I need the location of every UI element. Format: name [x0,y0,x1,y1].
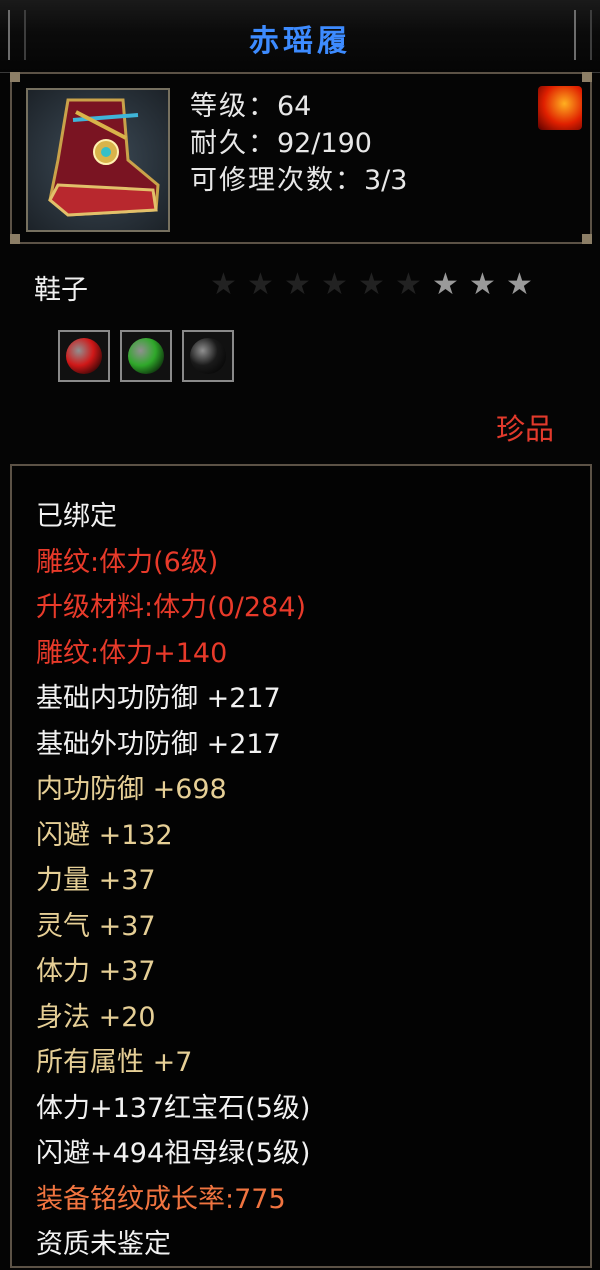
star-filled-icon: ★ [432,267,459,302]
title-rail-right [574,10,592,60]
repair-row: 可修理次数：3/3 [190,162,407,199]
frame-corner [582,72,592,82]
star-filled-icon: ★ [506,267,533,302]
boots-icon[interactable] [26,88,170,232]
star-empty-icon: ★ [358,267,385,302]
boots-icon-art [48,98,160,217]
level-value: 64 [277,91,312,122]
stat-line: 装备铭纹成长率:775 [36,1183,286,1215]
gem-fill [128,338,164,374]
stat-line: 力量 +37 [36,865,156,896]
item-type: 鞋子 [34,275,88,306]
frame-corner [10,72,20,82]
item-title: 赤瑶履 [249,24,351,59]
frame-corner [10,234,20,244]
star-rating: ★ ★ ★ ★ ★ ★ ★ ★ ★ [210,268,540,302]
stat-line: 资质未鉴定 [36,1229,171,1260]
durability-label: 耐久： [190,128,277,159]
stat-line: 所有属性 +7 [36,1047,193,1078]
stat-line: 体力+137红宝石(5级) [36,1092,311,1124]
stat-line: 雕纹:体力(6级) [36,546,219,578]
star-empty-icon: ★ [247,267,274,302]
stat-line: 已绑定 [36,501,117,532]
star-filled-icon: ★ [469,267,496,302]
stats-panel: 已绑定雕纹:体力(6级) 升级材料:体力(0/284) 雕纹:体力+140 基础内功防… [10,464,592,1268]
durability-row: 耐久：92/190 [190,125,407,162]
item-header: 等级：64 耐久：92/190 可修理次数：3/3 [10,72,592,244]
level-label: 等级： [190,91,277,122]
stat-line: 体力 +37 [36,956,156,987]
stat-line: 基础内功防御 +217 [36,683,281,714]
stat-line: 身法 +20 [36,1001,156,1033]
stat-line: 雕纹:体力+140 [36,637,228,669]
stat-line: 内功防御 +698 [36,774,227,805]
emerald-gem-icon[interactable] [120,330,172,382]
stat-line: 升级材料:体力(0/284) [36,592,306,623]
ruby-gem-icon[interactable] [58,330,110,382]
level-row: 等级：64 [190,88,407,125]
gem-fill [66,338,102,374]
stat-line: 基础外功防御 +217 [36,728,281,760]
title-bar: 赤瑶履 [0,0,600,73]
star-empty-icon: ★ [395,267,422,302]
star-empty-icon: ★ [210,267,237,302]
quality-label: 珍品 [495,412,554,446]
stat-line: 闪避+494祖母绿(5级) [36,1138,311,1169]
empty-gem-slot-icon[interactable] [182,330,234,382]
repair-label: 可修理次数： [190,165,364,196]
item-tooltip: 赤瑶履 等级：64 耐久：92/190 可修理次数：3/3 鞋子 ★ ★ ★ ★… [0,0,600,1270]
star-empty-icon: ★ [321,267,348,302]
durability-value: 92/190 [277,128,372,159]
repair-value: 3/3 [364,165,408,196]
stat-line: 灵气 +37 [36,910,156,942]
frame-corner [582,234,592,244]
gem-fill [190,338,226,374]
stat-line: 闪避 +132 [36,819,173,851]
fire-emblem-icon [538,86,582,130]
item-info: 等级：64 耐久：92/190 可修理次数：3/3 [190,88,407,199]
star-empty-icon: ★ [284,267,311,302]
